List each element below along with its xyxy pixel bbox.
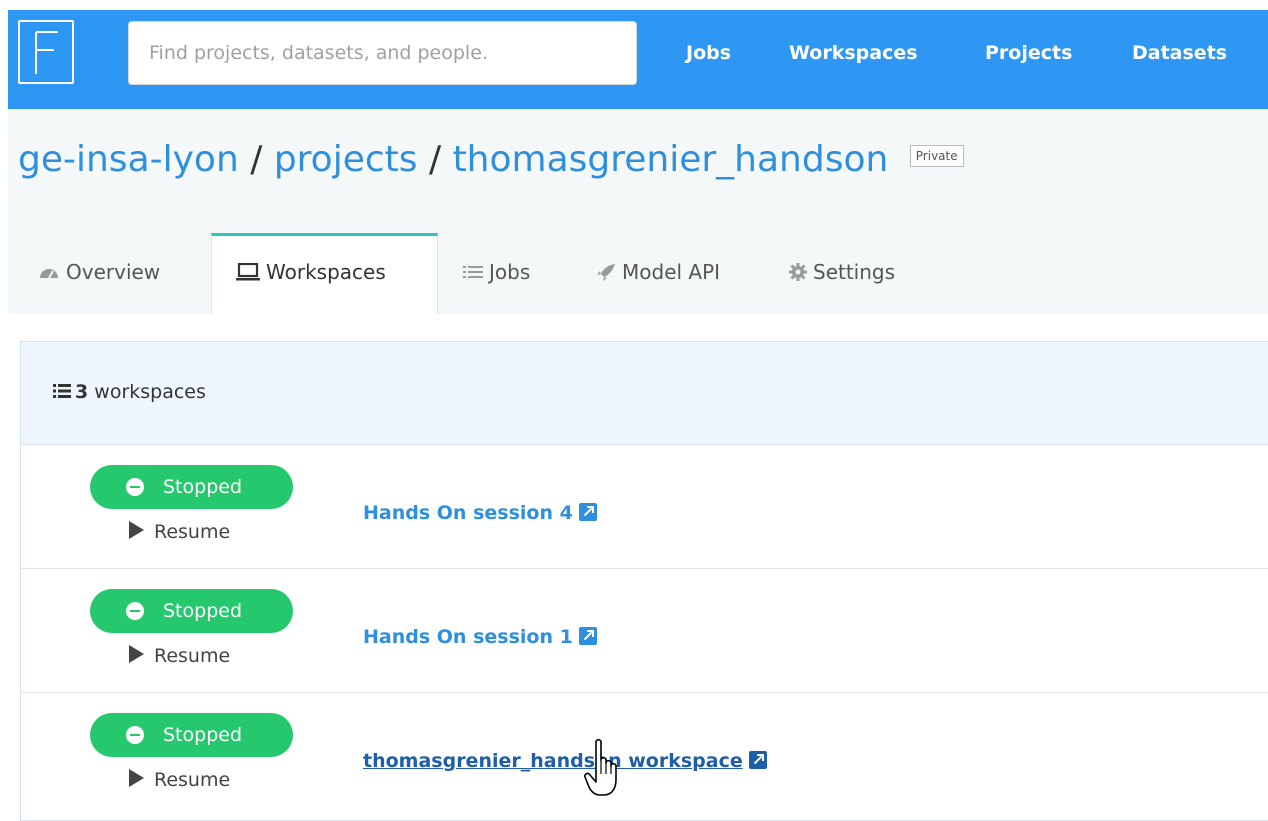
- search-input[interactable]: [128, 21, 637, 85]
- resume-button[interactable]: Resume: [129, 769, 230, 791]
- tab-model-api[interactable]: Model API: [596, 233, 756, 314]
- status-label: Stopped: [163, 600, 243, 622]
- tab-settings[interactable]: Settings: [789, 233, 929, 314]
- stop-icon: [126, 478, 144, 496]
- breadcrumb-separator: /: [428, 139, 442, 180]
- status-badge: Stopped: [90, 465, 293, 509]
- nav-datasets[interactable]: Datasets: [1132, 42, 1227, 64]
- status-label: Stopped: [163, 476, 243, 498]
- resume-button[interactable]: Resume: [129, 645, 230, 667]
- status-label: Stopped: [163, 724, 243, 746]
- list-icon: [53, 384, 71, 398]
- project-header: ge-insa-lyon / projects / thomasgrenier_…: [8, 109, 1268, 314]
- status-badge: Stopped: [90, 713, 293, 757]
- tab-jobs[interactable]: Jobs: [463, 233, 563, 314]
- floydhub-logo[interactable]: [18, 20, 74, 84]
- nav-jobs[interactable]: Jobs: [686, 42, 731, 64]
- resume-button[interactable]: Resume: [129, 521, 230, 543]
- resume-label: Resume: [154, 645, 231, 667]
- workspace-row: Stopped Resume Hands On session 4: [21, 445, 1268, 569]
- visibility-badge: Private: [909, 145, 964, 167]
- tab-label: Workspaces: [266, 260, 386, 284]
- tab-label: Model API: [622, 260, 721, 284]
- workspaces-panel-header: 3 workspaces: [21, 342, 1268, 445]
- laptop-icon: [236, 262, 260, 281]
- tab-workspaces[interactable]: Workspaces: [211, 233, 438, 314]
- workspace-count-label: workspaces: [94, 381, 206, 403]
- status-badge: Stopped: [90, 589, 293, 633]
- workspace-link[interactable]: Hands On session 4: [363, 502, 597, 524]
- tab-overview[interactable]: Overview: [38, 233, 198, 314]
- stop-icon: [126, 602, 144, 620]
- breadcrumb: ge-insa-lyon / projects / thomasgrenier_…: [18, 139, 964, 180]
- list-icon: [463, 266, 483, 278]
- stop-icon: [126, 726, 144, 744]
- workspace-row: Stopped Resume thomasgrenier_handson wor…: [21, 693, 1268, 817]
- workspace-name: Hands On session 1: [363, 626, 573, 648]
- breadcrumb-projects[interactable]: projects: [274, 139, 418, 180]
- external-link-icon[interactable]: [578, 627, 597, 645]
- top-navbar: Jobs Workspaces Projects Datasets: [8, 10, 1268, 109]
- dashboard-icon: [40, 269, 58, 279]
- breadcrumb-project[interactable]: thomasgrenier_handson: [453, 139, 889, 180]
- tab-label: Settings: [813, 260, 896, 284]
- play-icon: [129, 645, 144, 663]
- nav-workspaces[interactable]: Workspaces: [789, 42, 918, 64]
- workspace-name: thomasgrenier_handson workspace: [363, 750, 743, 772]
- workspace-name: Hands On session 4: [363, 502, 573, 524]
- workspace-row: Stopped Resume Hands On session 1: [21, 569, 1268, 693]
- resume-label: Resume: [154, 769, 231, 791]
- resume-label: Resume: [154, 521, 231, 543]
- gear-icon: [789, 263, 807, 281]
- workspace-link[interactable]: thomasgrenier_handson workspace: [363, 750, 767, 772]
- external-link-icon[interactable]: [578, 503, 597, 521]
- workspaces-panel: 3 workspaces Stopped Resume Hands On ses…: [20, 341, 1268, 821]
- rocket-icon: [597, 264, 615, 281]
- play-icon: [129, 521, 144, 539]
- external-link-icon[interactable]: [748, 751, 767, 769]
- workspace-count: 3 workspaces: [53, 381, 206, 403]
- tab-label: Overview: [66, 260, 161, 284]
- breadcrumb-separator: /: [250, 139, 263, 180]
- workspace-link[interactable]: Hands On session 1: [363, 626, 597, 648]
- breadcrumb-org[interactable]: ge-insa-lyon: [18, 139, 239, 180]
- logo-icon: [35, 31, 58, 74]
- tab-label: Jobs: [489, 260, 531, 284]
- nav-projects[interactable]: Projects: [985, 42, 1072, 64]
- workspace-count-number: 3: [75, 381, 89, 403]
- play-icon: [129, 769, 144, 787]
